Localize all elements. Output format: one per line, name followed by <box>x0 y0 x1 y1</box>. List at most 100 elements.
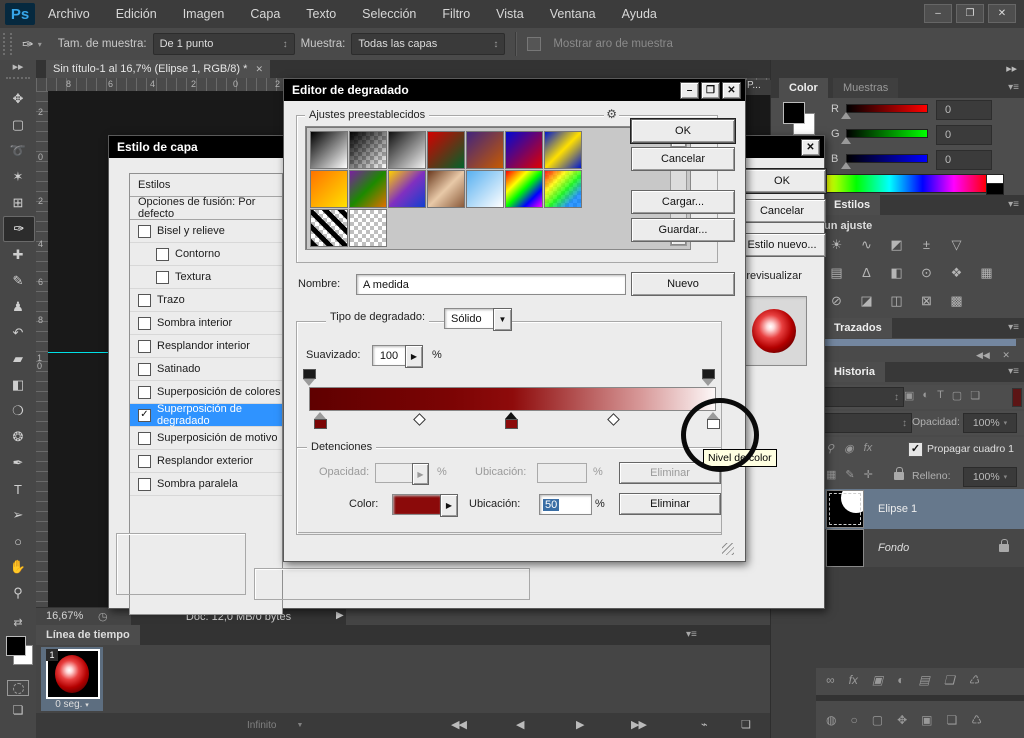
menu-archivo[interactable]: Archivo <box>35 0 103 28</box>
path-selection-icon[interactable]: ▢ <box>872 713 883 727</box>
crop-tool[interactable]: ⊞ <box>3 190 33 216</box>
close-icon[interactable]: ✕ <box>1002 350 1010 360</box>
tool-preset[interactable]: ✑ ▾ <box>22 36 42 53</box>
menu-ventana[interactable]: Ventana <box>537 0 609 28</box>
move-tool[interactable]: ✥ <box>3 86 33 112</box>
gradient-preset-4[interactable] <box>427 131 465 169</box>
opacity-stop-left[interactable] <box>303 369 316 386</box>
sample-select[interactable]: Todas las capas ↕ <box>351 33 505 55</box>
tab-muestras[interactable]: Muestras <box>833 78 898 98</box>
filter-adjustment-icon[interactable]: ◐ <box>922 389 929 402</box>
list-item-superposicion-degradado[interactable]: ✓Superposición de degradado <box>130 404 282 427</box>
stop-location-input[interactable]: 50 <box>539 494 592 515</box>
layer-row-fondo[interactable]: Fondo <box>816 529 1024 567</box>
list-item-superposicion-colores[interactable]: Superposición de colores <box>130 381 282 404</box>
minimize-button[interactable]: – <box>924 4 952 23</box>
checkbox[interactable] <box>138 294 151 307</box>
status-menu-arrow-icon[interactable]: ▶ <box>336 610 344 621</box>
path-target-icon[interactable]: ✥ <box>897 713 907 727</box>
blend-mode-select[interactable]: ↕ <box>822 413 912 433</box>
new-layer-icon[interactable]: ❏ <box>944 673 955 687</box>
list-item-resplandor-exterior[interactable]: Resplandor exterior <box>130 450 282 473</box>
channel-mixer-icon[interactable]: ❖ <box>946 265 967 281</box>
restore-icon[interactable]: ❐ <box>701 82 720 99</box>
black-white-icon[interactable]: ◧ <box>886 265 907 281</box>
lock-transparency-icon[interactable]: ▦ <box>826 468 836 481</box>
lock-visibility-icon[interactable]: ◉ <box>844 442 854 455</box>
play-button[interactable]: ▶ <box>576 718 583 731</box>
delete-layer-icon[interactable]: ♺ <box>969 673 980 687</box>
dodge-tool[interactable]: ❂ <box>3 424 33 450</box>
gradient-preset-2[interactable] <box>349 131 387 169</box>
delete-path-icon[interactable]: ♺ <box>971 713 982 727</box>
quick-mask-icon[interactable] <box>7 680 29 696</box>
vibrance-icon[interactable]: ▽ <box>946 237 967 253</box>
clone-stamp-tool[interactable]: ♟ <box>3 294 33 320</box>
document-tab[interactable]: Sin título-1 al 16,7% (Elipse 1, RGB/8) … <box>46 60 270 78</box>
gradient-preset-14[interactable] <box>544 170 582 208</box>
restore-button[interactable]: ❐ <box>956 4 984 23</box>
collapse-icon[interactable]: ▶▶ <box>1006 65 1017 73</box>
checkbox[interactable] <box>138 225 151 238</box>
foreground-color-swatch[interactable] <box>6 636 26 656</box>
history-brush-tool[interactable]: ↶ <box>3 320 33 346</box>
clipped-panel-tab[interactable]: P... <box>744 80 771 95</box>
list-item-satinado[interactable]: Satinado <box>130 358 282 381</box>
checkbox[interactable] <box>138 455 151 468</box>
cyan-guide-line[interactable] <box>48 352 108 353</box>
previous-frame-button[interactable]: ◀ <box>516 718 523 731</box>
pen-tool[interactable]: ✒ <box>3 450 33 476</box>
list-item-superposicion-motivo[interactable]: Superposición de motivo <box>130 427 282 450</box>
green-slider[interactable] <box>846 129 928 138</box>
list-item-trazo[interactable]: Trazo <box>130 289 282 312</box>
panel-menu-icon[interactable]: ▾≡ <box>1008 82 1019 93</box>
quick-selection-tool[interactable]: ✶ <box>3 164 33 190</box>
lock-pin-icon[interactable]: ⚲ <box>826 442 834 455</box>
exposure-icon[interactable]: ± <box>916 237 937 253</box>
panel-menu-icon[interactable]: ▾≡ <box>1008 366 1019 377</box>
frame-delay[interactable]: 0 seg. ▾ <box>41 699 103 710</box>
clock-icon[interactable]: ◷ <box>98 610 108 623</box>
list-item-bisel[interactable]: Bisel y relieve <box>130 220 282 243</box>
tab-trazados[interactable]: Trazados <box>824 318 892 338</box>
gradient-preset-9[interactable] <box>349 170 387 208</box>
list-item-sombra-paralela[interactable]: Sombra paralela <box>130 473 282 496</box>
gradient-preset-6[interactable] <box>505 131 543 169</box>
ok-button[interactable]: OK <box>738 169 826 193</box>
gradient-preset-15[interactable] <box>310 209 348 247</box>
eyedropper-tool-selected[interactable]: ✑ <box>3 216 35 242</box>
gradient-preset-7[interactable] <box>544 131 582 169</box>
threshold-icon[interactable]: ◫ <box>886 293 907 309</box>
menu-capa[interactable]: Capa <box>237 0 293 28</box>
resize-grip-icon[interactable] <box>722 543 734 555</box>
menu-vista[interactable]: Vista <box>483 0 537 28</box>
ok-button[interactable]: OK <box>631 119 735 143</box>
blue-slider-thumb[interactable] <box>841 162 851 169</box>
invert-icon[interactable]: ⊘ <box>826 293 847 309</box>
toolbar-grip[interactable] <box>6 77 30 79</box>
load-button[interactable]: Cargar... <box>631 190 735 214</box>
animation-frame-1[interactable]: 1 0 seg. ▾ <box>41 647 103 711</box>
gradient-preset-16[interactable] <box>349 209 387 247</box>
checkbox[interactable] <box>138 363 151 376</box>
list-item-opciones[interactable]: Opciones de fusión: Por defecto <box>130 197 282 220</box>
tab-estilos[interactable]: Estilos <box>824 195 880 215</box>
gradient-preset-11[interactable] <box>427 170 465 208</box>
collapse-icon[interactable]: ▶▶ <box>0 63 36 71</box>
panel-divider[interactable] <box>816 695 1024 701</box>
gradient-preset-12[interactable] <box>466 170 504 208</box>
checkbox[interactable] <box>138 478 151 491</box>
tab-historia[interactable]: Historia <box>824 362 885 382</box>
layer-group-icon[interactable]: ▤ <box>919 673 930 687</box>
new-path-icon[interactable]: ❏ <box>946 713 957 727</box>
smoothness-spinner-icon[interactable]: ▶ <box>405 345 423 368</box>
screen-mode-icon[interactable]: ❏ <box>0 703 36 717</box>
gradient-tool[interactable]: ◧ <box>3 372 33 398</box>
gradient-preset-3[interactable] <box>388 131 426 169</box>
list-item-textura[interactable]: Textura <box>130 266 282 289</box>
curves-icon[interactable]: ◩ <box>886 237 907 253</box>
panel-menu-icon[interactable]: ▾≡ <box>1008 199 1019 210</box>
stop-color-swatch[interactable] <box>392 494 441 515</box>
ellipse-tool[interactable]: ○ <box>3 528 33 554</box>
type-tool[interactable]: T <box>3 476 33 502</box>
